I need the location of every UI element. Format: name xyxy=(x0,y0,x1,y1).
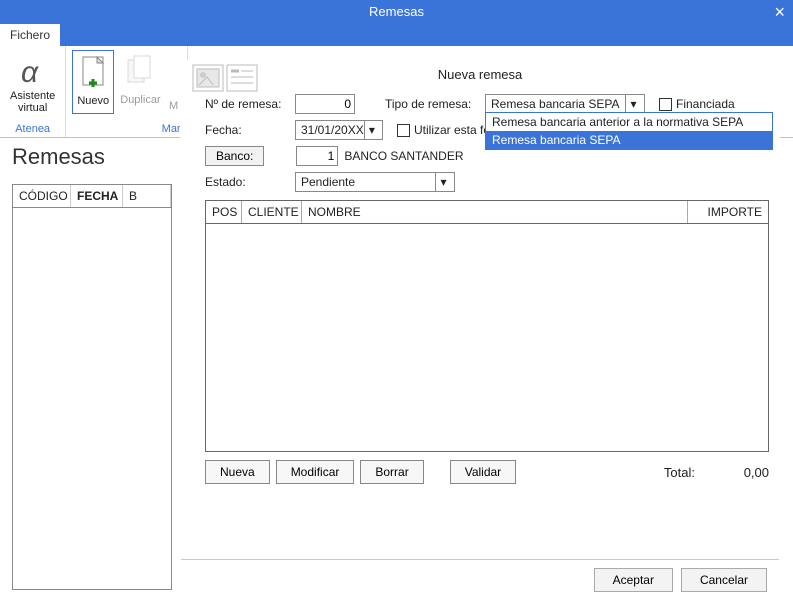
banco-button[interactable]: Banco: xyxy=(205,146,264,166)
fecha-value: 31/01/20XX xyxy=(299,123,364,137)
duplicate-icon xyxy=(124,52,156,92)
detail-grid-body[interactable] xyxy=(206,224,768,451)
tab-fichero[interactable]: Fichero xyxy=(0,24,60,46)
modificar-button[interactable]: Modificar xyxy=(276,460,355,484)
background-grid: CÓDIGO FECHA B xyxy=(12,184,172,590)
detail-grid: POS CLIENTE NOMBRE IMPORTE xyxy=(205,200,769,452)
menu-bar: Fichero xyxy=(0,24,793,46)
detail-grid-header: POS CLIENTE NOMBRE IMPORTE xyxy=(206,201,768,224)
total-value: 0,00 xyxy=(719,465,769,480)
dialog-nueva-remesa: Nueva remesa Nº de remesa: Tipo de remes… xyxy=(180,60,780,600)
duplicar-label: Duplicar xyxy=(120,94,160,106)
estado-value: Pendiente xyxy=(299,175,435,189)
n-remesa-input[interactable] xyxy=(295,94,355,114)
tipo-remesa-dropdown: Remesa bancaria anterior a la normativa … xyxy=(485,112,773,150)
m-label: M xyxy=(169,100,178,112)
tipo-option-1[interactable]: Remesa bancaria SEPA xyxy=(486,131,772,149)
detail-actions: Nueva Modificar Borrar Validar Total: 0,… xyxy=(205,460,769,484)
asistente-label: Asistente virtual xyxy=(10,90,55,114)
label-n-remesa: Nº de remesa: xyxy=(205,97,295,111)
col-importe[interactable]: IMPORTE xyxy=(688,201,768,223)
nuevo-label: Nuevo xyxy=(77,95,109,107)
ribbon-group-main: Nuevo Duplicar M Mar xyxy=(66,46,187,137)
estado-combo[interactable]: Pendiente ▾ xyxy=(295,172,455,192)
validar-button[interactable]: Validar xyxy=(450,460,516,484)
ribbon-group-atenea: α Asistente virtual Atenea xyxy=(0,46,66,137)
background-grid-header: CÓDIGO FECHA B xyxy=(13,185,171,208)
banco-code-input[interactable] xyxy=(296,146,338,166)
tipo-value: Remesa bancaria SEPA xyxy=(489,97,625,111)
banco-name: BANCO SANTANDER xyxy=(344,149,463,163)
checkbox-icon xyxy=(397,124,410,137)
label-fecha: Fecha: xyxy=(205,123,295,137)
dialog-footer: Aceptar Cancelar xyxy=(181,559,779,599)
dialog-title: Nueva remesa xyxy=(181,61,779,88)
close-icon[interactable]: × xyxy=(774,0,785,24)
financiada-label: Financiada xyxy=(676,97,735,111)
nueva-button[interactable]: Nueva xyxy=(205,460,270,484)
label-tipo: Tipo de remesa: xyxy=(385,97,485,111)
col-pos[interactable]: POS xyxy=(206,201,242,223)
borrar-button[interactable]: Borrar xyxy=(360,460,423,484)
m-button[interactable]: M xyxy=(167,50,181,114)
total-label: Total: xyxy=(664,465,695,480)
aceptar-button[interactable]: Aceptar xyxy=(594,568,673,592)
chevron-down-icon[interactable]: ▾ xyxy=(625,95,641,113)
ribbon-caption-atenea: Atenea xyxy=(6,123,59,135)
fecha-input[interactable]: 31/01/20XX ▾ xyxy=(295,120,383,140)
chevron-down-icon[interactable]: ▾ xyxy=(364,121,379,139)
dialog-form: Nº de remesa: Tipo de remesa: Remesa ban… xyxy=(181,88,779,194)
tipo-remesa-combo[interactable]: Remesa bancaria SEPA ▾ xyxy=(485,94,645,114)
col-b[interactable]: B xyxy=(123,185,171,207)
cancelar-button[interactable]: Cancelar xyxy=(681,568,767,592)
utilizar-checkbox[interactable]: Utilizar esta fe xyxy=(397,123,490,137)
titlebar: Remesas × xyxy=(0,0,793,24)
window-title: Remesas xyxy=(369,4,424,19)
checkbox-icon xyxy=(659,98,672,111)
ribbon-caption-main: Mar xyxy=(72,123,180,135)
alpha-icon: α xyxy=(17,52,49,88)
label-estado: Estado: xyxy=(205,175,295,189)
utilizar-label: Utilizar esta fe xyxy=(414,123,490,137)
page-title: Remesas xyxy=(0,138,117,172)
nuevo-button[interactable]: Nuevo xyxy=(72,50,114,114)
tipo-option-0[interactable]: Remesa bancaria anterior a la normativa … xyxy=(486,113,772,131)
col-nombre[interactable]: NOMBRE xyxy=(302,201,688,223)
duplicar-button[interactable]: Duplicar xyxy=(116,50,164,114)
chevron-down-icon[interactable]: ▾ xyxy=(435,173,451,191)
col-cliente[interactable]: CLIENTE xyxy=(242,201,302,223)
new-doc-icon xyxy=(77,53,109,93)
col-fecha[interactable]: FECHA xyxy=(71,185,123,207)
col-codigo[interactable]: CÓDIGO xyxy=(13,185,71,207)
financiada-checkbox[interactable]: Financiada xyxy=(659,97,735,111)
asistente-virtual-button[interactable]: α Asistente virtual xyxy=(6,50,59,116)
svg-text:α: α xyxy=(21,56,39,88)
